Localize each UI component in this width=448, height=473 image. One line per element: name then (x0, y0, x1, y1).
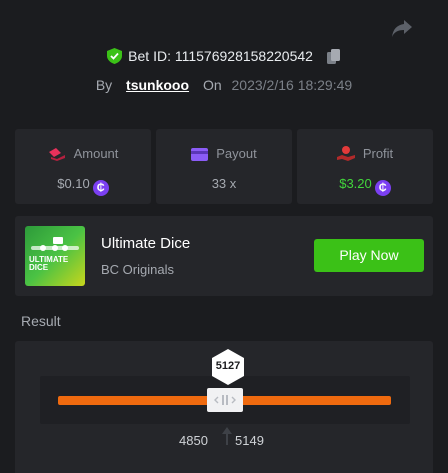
result-panel: 5127 4850 5149 (15, 341, 433, 473)
on-label: On (202, 77, 222, 93)
profit-label: Profit (362, 146, 394, 161)
bet-id-label: Bet ID: (128, 48, 175, 64)
amount-label: Amount (73, 146, 119, 161)
profit-card: Profit $3.20 ₵ (297, 129, 433, 204)
slider-handle (207, 388, 243, 412)
result-label: Result (21, 313, 61, 329)
game-thumb-text: ULTIMATE DICE (29, 255, 69, 272)
game-thumbnail[interactable]: ULTIMATE DICE (25, 226, 85, 286)
by-label: By (95, 77, 113, 93)
range-marker-icon (222, 427, 232, 445)
bet-author-row: By tsunkooo On 2023/2/16 18:29:49 (0, 77, 448, 93)
payout-card: Payout 33 x (156, 129, 292, 204)
play-now-button[interactable]: Play Now (314, 239, 424, 272)
grip-icon (214, 395, 236, 405)
game-card: ULTIMATE DICE Ultimate Dice BC Originals… (15, 216, 433, 296)
bet-date: 2023/2/16 18:29:49 (231, 77, 353, 93)
username-link[interactable]: tsunkooo (126, 77, 189, 93)
amount-value: $0.10 (57, 176, 90, 191)
profit-value: $3.20 (339, 176, 372, 191)
range-high-value: 5149 (235, 433, 264, 448)
roll-result-value: 5127 (215, 360, 241, 372)
game-name: Ultimate Dice (101, 235, 191, 252)
payout-label: Payout (216, 146, 257, 161)
bet-id-row: Bet ID: 111576928158220542 (0, 48, 448, 64)
range-low-value: 4850 (179, 433, 208, 448)
amount-icon (48, 148, 65, 161)
shield-check-icon (107, 48, 123, 64)
profit-icon (336, 146, 355, 161)
copy-icon[interactable] (326, 49, 341, 64)
amount-card: Amount $0.10 ₵ (15, 129, 151, 204)
bc-coin-icon: ₵ (374, 180, 391, 196)
payout-value: 33 x (211, 176, 237, 191)
game-provider: BC Originals (101, 262, 174, 277)
payout-icon (191, 148, 209, 161)
bet-id-value: 111576928158220542 (174, 48, 313, 64)
share-icon[interactable] (391, 18, 413, 38)
bc-coin-icon: ₵ (92, 180, 109, 196)
